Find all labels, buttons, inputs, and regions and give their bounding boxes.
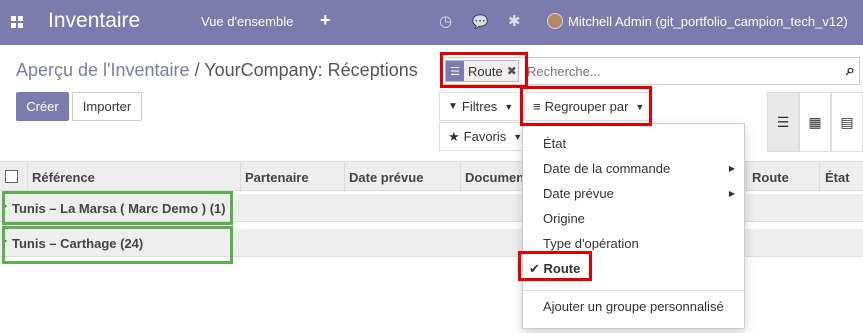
column-partner[interactable]: Partenaire	[245, 170, 309, 185]
facet-close-icon[interactable]: ✖	[503, 64, 517, 78]
kanban-view-icon[interactable]: ▦	[799, 92, 831, 152]
favorites-dropdown-button[interactable]: ★ Favoris ▼	[439, 122, 523, 151]
caret-down-icon: ▼	[513, 131, 523, 142]
menu-divider	[523, 290, 744, 291]
group-by-icon: ☰	[446, 61, 464, 81]
caret-right-icon: ▶	[728, 189, 735, 198]
column-route[interactable]: Route	[752, 170, 789, 185]
filters-label: Filtres	[461, 99, 498, 114]
caret-right-icon: ▶	[728, 164, 735, 173]
groupby-dropdown-menu: État Date de la commande ▶ Date prévue ▶…	[522, 123, 745, 329]
option-label: Route	[543, 261, 581, 276]
column-state[interactable]: État	[825, 170, 850, 185]
apps-menu-icon[interactable]	[11, 16, 23, 28]
groupby-option-operation-type[interactable]: Type d'opération	[523, 231, 744, 256]
nav-overview-link[interactable]: Vue d'ensemble	[201, 14, 293, 29]
groupby-option-order-date[interactable]: Date de la commande ▶	[523, 156, 744, 181]
import-button[interactable]: Importer	[72, 92, 142, 121]
filter-icon: ▼	[448, 101, 458, 112]
avatar[interactable]	[547, 13, 563, 29]
clock-icon[interactable]: ◷	[439, 12, 452, 30]
caret-right-icon	[3, 203, 7, 209]
option-label: Type d'opération	[543, 236, 639, 251]
user-menu[interactable]: Mitchell Admin (git_portfolio_campion_te…	[568, 14, 848, 29]
caret-right-icon	[3, 238, 7, 244]
column-source-document[interactable]: Documen	[465, 170, 524, 185]
app-title[interactable]: Inventaire	[48, 9, 140, 33]
column-reference[interactable]: Référence	[32, 170, 95, 185]
search-input[interactable]: Recherche...	[527, 64, 601, 79]
group-label: Tunis – La Marsa ( Marc Demo ) (1)	[12, 201, 226, 216]
option-label: Date prévue	[543, 186, 614, 201]
group-label: Tunis – Carthage (24)	[12, 236, 144, 251]
option-label: État	[543, 136, 567, 151]
favorites-label: Favoris	[463, 129, 507, 144]
create-button[interactable]: Créer	[16, 92, 69, 121]
groupby-dropdown-button[interactable]: ≡ Regrouper par ▼	[524, 92, 650, 121]
groupby-icon: ≡	[533, 99, 541, 114]
breadcrumb-separator: /	[194, 60, 200, 80]
option-label: Date de la commande	[543, 161, 671, 176]
check-icon: ✔	[529, 261, 540, 276]
top-navbar: Inventaire Vue d'ensemble + ◷ 💬 ✱ Mitche…	[0, 0, 863, 45]
breadcrumb: Aperçu de l'Inventaire / YourCompany: Ré…	[16, 60, 418, 81]
breadcrumb-current: YourCompany: Réceptions	[204, 60, 418, 80]
list-view-icon[interactable]: ☰	[767, 92, 799, 152]
filters-dropdown-button[interactable]: ▼ Filtres ▼	[439, 92, 523, 121]
search-icon[interactable]: ⌕	[846, 62, 855, 80]
groupby-option-origin[interactable]: Origine	[523, 206, 744, 231]
groupby-label: Regrouper par	[544, 99, 629, 114]
plus-icon[interactable]: +	[320, 10, 331, 31]
column-scheduled-date[interactable]: Date prévue	[349, 170, 423, 185]
chat-icon[interactable]: 💬	[472, 14, 488, 30]
star-icon: ★	[448, 128, 460, 144]
facet-label: Route	[468, 63, 503, 79]
groupby-option-state[interactable]: État	[523, 131, 744, 156]
option-label: Origine	[543, 211, 585, 226]
search-facet-route[interactable]: ☰ Route ✖	[445, 60, 519, 82]
caret-down-icon: ▼	[504, 101, 514, 112]
add-custom-group-option[interactable]: Ajouter un groupe personnalisé	[523, 294, 744, 319]
select-all-checkbox[interactable]	[5, 170, 18, 183]
breadcrumb-parent[interactable]: Aperçu de l'Inventaire	[16, 60, 190, 80]
option-label: Ajouter un groupe personnalisé	[543, 299, 724, 314]
groupby-option-route[interactable]: ✔ Route	[523, 256, 744, 281]
calendar-view-icon[interactable]: ▤	[831, 92, 863, 152]
search-bar[interactable]: ☰ Route ✖ Recherche... ⌕	[442, 57, 860, 85]
bug-icon[interactable]: ✱	[508, 12, 521, 30]
groupby-option-scheduled-date[interactable]: Date prévue ▶	[523, 181, 744, 206]
caret-down-icon: ▼	[635, 101, 645, 112]
